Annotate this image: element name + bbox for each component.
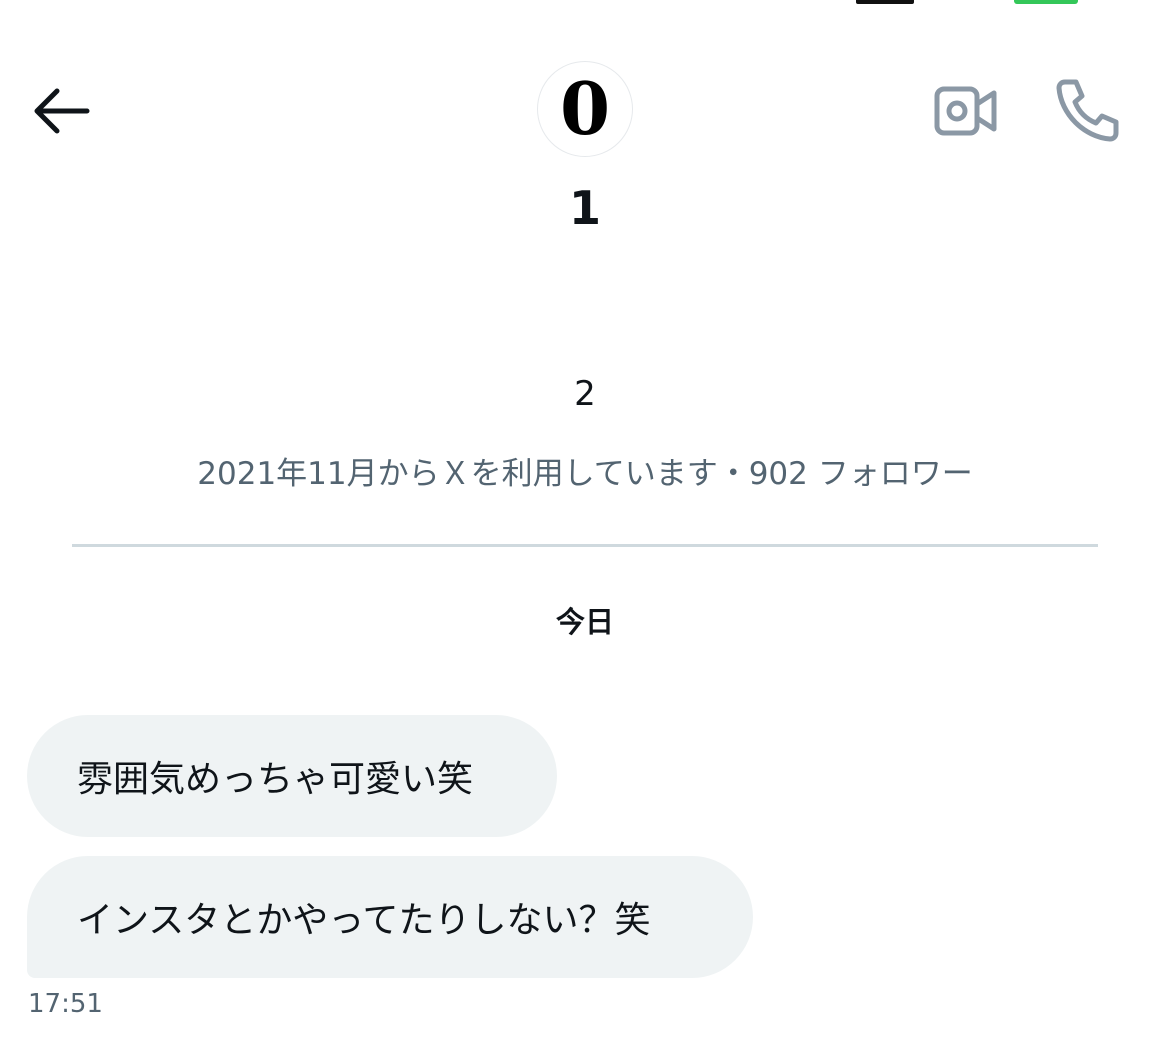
profile-bio: 2 xyxy=(574,374,596,414)
video-call-button[interactable] xyxy=(928,76,1004,146)
battery-icon xyxy=(1014,0,1078,4)
message-bubble[interactable]: インスタとかやってたりしない？笑 xyxy=(27,856,753,978)
arrow-left-icon xyxy=(34,88,90,134)
back-button[interactable] xyxy=(26,76,96,146)
message-text: インスタとかやってたりしない？笑 xyxy=(77,900,651,941)
video-camera-icon xyxy=(934,86,997,136)
avatar[interactable]: 0 xyxy=(537,61,633,157)
divider xyxy=(72,544,1098,547)
voice-call-button[interactable] xyxy=(1050,72,1124,148)
message-bubble[interactable]: 雰囲気めっちゃ可愛い笑 xyxy=(27,715,557,837)
profile-display-name[interactable]: 1 xyxy=(0,180,1170,236)
profile-meta: 2021年11月からＸを利用しています・902 フォロワー xyxy=(197,456,973,492)
message-timestamp: 17:51 xyxy=(28,989,103,1019)
day-separator: 今日 xyxy=(555,605,614,639)
message-text: 雰囲気めっちゃ可愛い笑 xyxy=(77,759,474,800)
phone-icon xyxy=(1056,79,1119,142)
cellular-signal-icon xyxy=(856,0,914,4)
